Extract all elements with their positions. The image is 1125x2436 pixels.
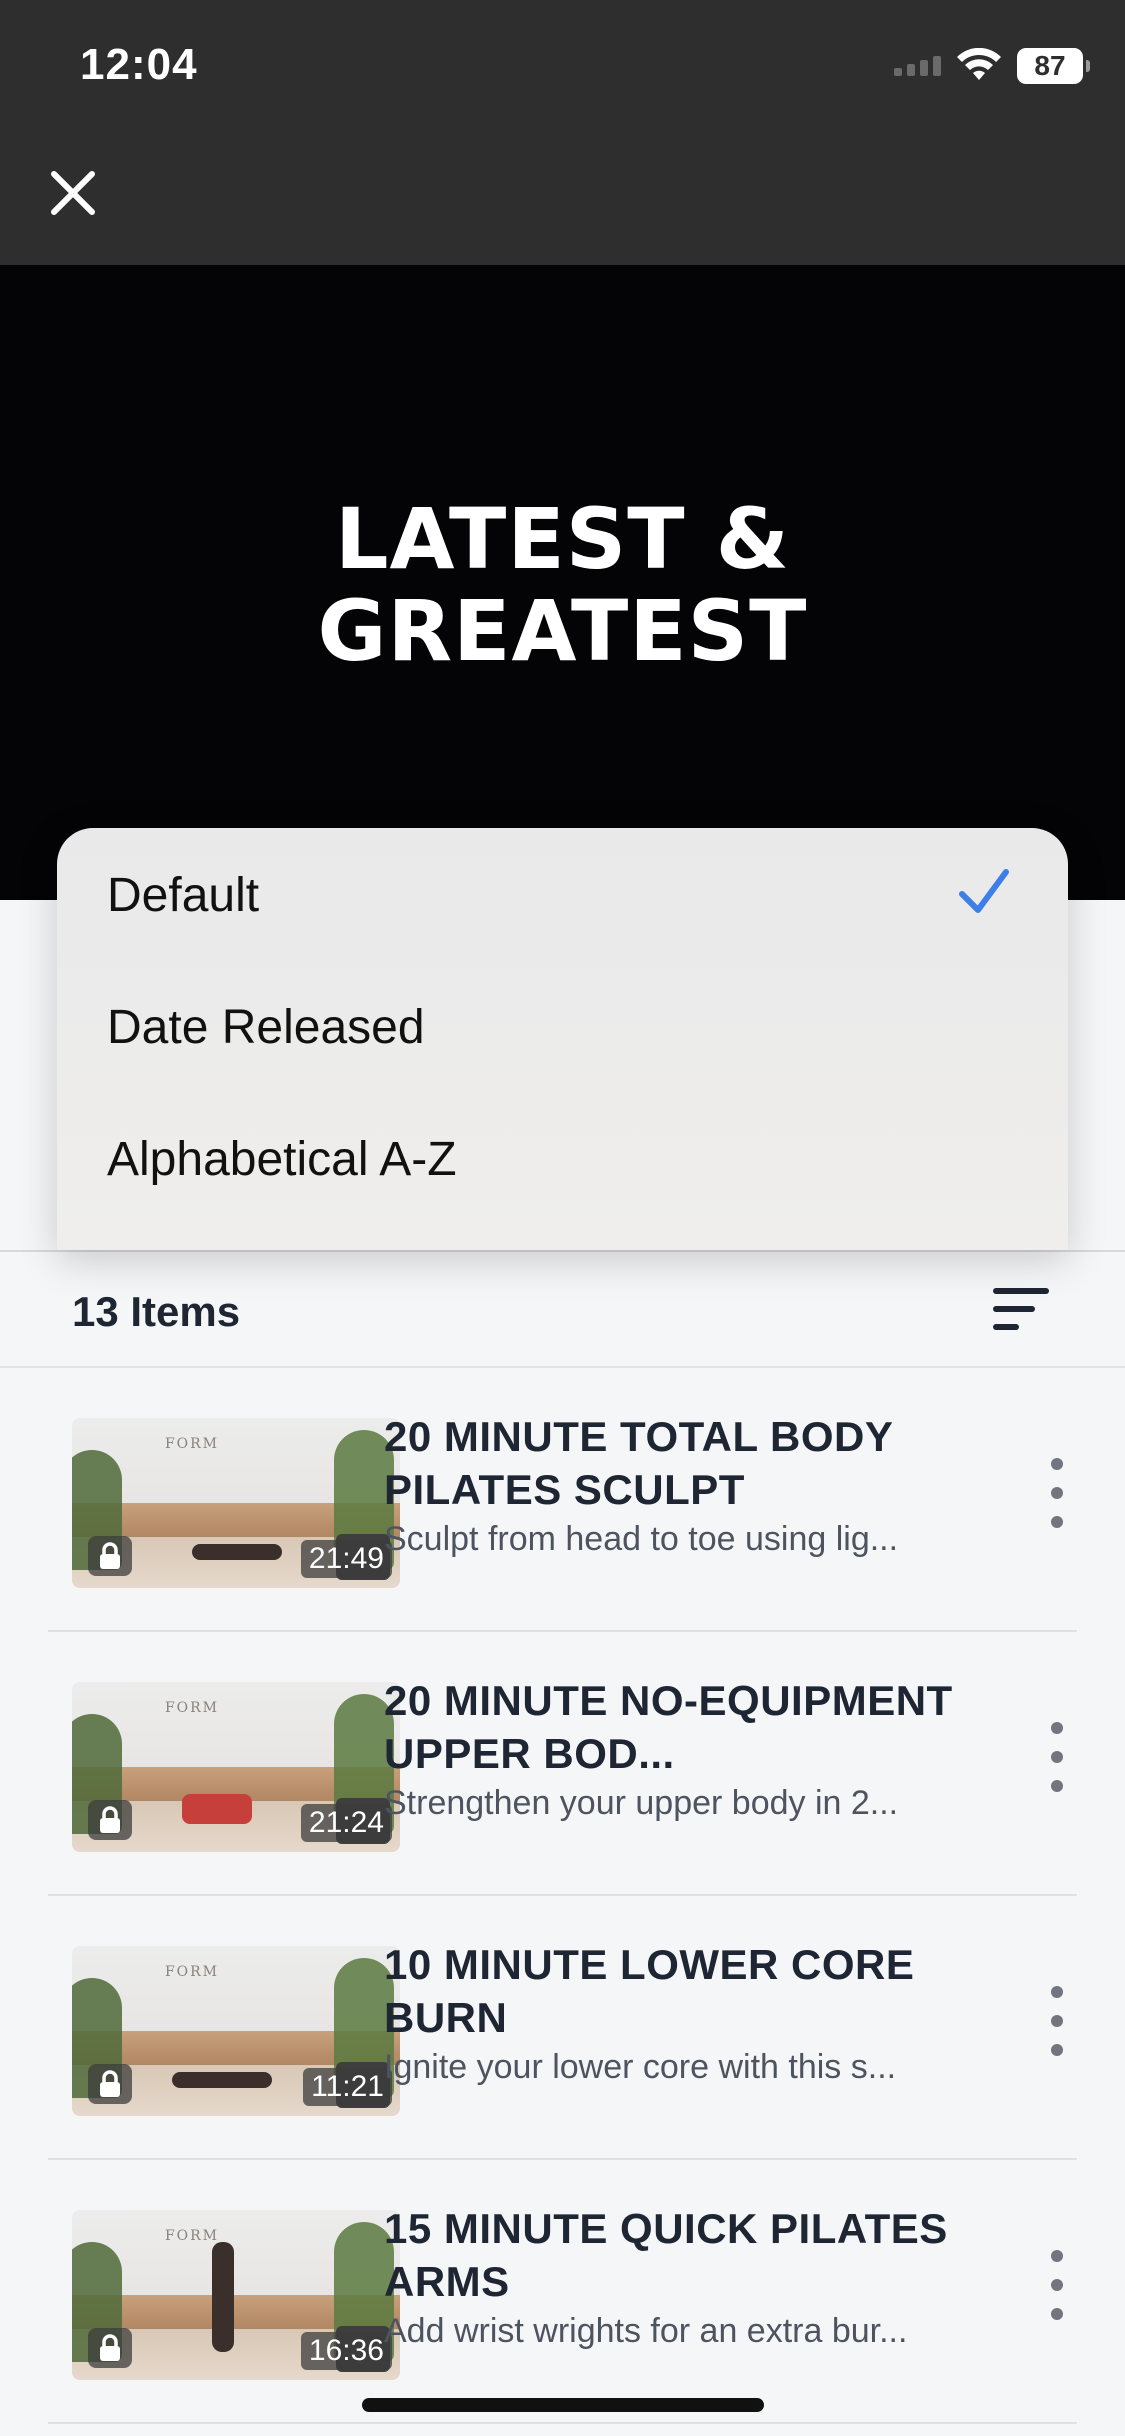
nav-bar bbox=[0, 130, 1125, 265]
items-count: 13 Items bbox=[72, 1288, 241, 1335]
close-button[interactable] bbox=[40, 160, 106, 226]
workout-figure bbox=[172, 2072, 272, 2088]
sort-option-label: Alphabetical A-Z bbox=[107, 1133, 457, 1186]
workout-description: Sculpt from head to toe using lig... bbox=[384, 1520, 899, 1558]
more-options-button[interactable] bbox=[1037, 1986, 1077, 2056]
sort-option-alphabetical[interactable]: Alphabetical A-Z bbox=[57, 1092, 1068, 1224]
more-options-button[interactable] bbox=[1037, 1458, 1077, 1528]
lock-icon bbox=[88, 1536, 132, 1576]
lock-icon bbox=[88, 2328, 132, 2368]
sort-option-label: Date Released bbox=[107, 1001, 425, 1054]
more-vertical-icon bbox=[1051, 1722, 1063, 1734]
hero-title: LATEST & GREATEST bbox=[317, 490, 808, 680]
status-time: 12:04 bbox=[80, 40, 198, 89]
workout-thumbnail: FORM 21:49 bbox=[72, 1418, 400, 1588]
wifi-icon bbox=[957, 48, 1001, 80]
thumbnail-brand: FORM bbox=[164, 2228, 220, 2244]
workout-figure bbox=[182, 1794, 252, 1824]
sort-icon bbox=[993, 1288, 1049, 1294]
workout-row[interactable]: FORM 21:49 20 MINUTE TOTAL BODY PILATES … bbox=[48, 1368, 1077, 1632]
workout-title: 15 MINUTE QUICK PILATES ARMS bbox=[384, 2205, 948, 2305]
lock-icon bbox=[88, 1800, 132, 1840]
list-toolbar: 13 Items bbox=[0, 1250, 1125, 1368]
more-vertical-icon bbox=[1051, 1986, 1063, 1998]
workout-thumbnail: FORM 11:21 bbox=[72, 1946, 400, 2116]
sort-option-label: Default bbox=[107, 869, 260, 922]
more-vertical-icon bbox=[1051, 1458, 1063, 1470]
home-indicator[interactable] bbox=[362, 2398, 764, 2412]
workout-row[interactable]: FORM 11:21 10 MINUTE LOWER CORE BURN Ign… bbox=[48, 1896, 1077, 2160]
workout-row[interactable]: FORM 16:36 15 MINUTE QUICK PILATES ARMS … bbox=[48, 2160, 1077, 2424]
duration-badge: 11:21 bbox=[303, 2068, 392, 2106]
battery-icon: 87 bbox=[1017, 48, 1090, 84]
workout-thumbnail: FORM 21:24 bbox=[72, 1682, 400, 1852]
thumbnail-brand: FORM bbox=[164, 1700, 220, 1716]
status-indicators: 87 bbox=[894, 48, 1090, 84]
duration-badge: 21:24 bbox=[300, 1804, 392, 1842]
workout-title: 20 MINUTE TOTAL BODY PILATES SCULPT bbox=[384, 1413, 893, 1513]
duration-badge: 21:49 bbox=[300, 1540, 392, 1578]
hero-banner: LATEST & GREATEST bbox=[0, 265, 1125, 900]
more-options-button[interactable] bbox=[1037, 2250, 1077, 2320]
thumbnail-brand: FORM bbox=[164, 1964, 220, 1980]
status-bar: 12:04 87 bbox=[0, 0, 1125, 130]
sort-option-default[interactable]: Default bbox=[57, 828, 1068, 960]
more-vertical-icon bbox=[1051, 2250, 1063, 2262]
workout-row[interactable]: FORM 21:24 20 MINUTE NO-EQUIPMENT UPPER … bbox=[48, 1632, 1077, 1896]
sort-option-date-released[interactable]: Date Released bbox=[57, 960, 1068, 1092]
workout-figure bbox=[192, 1544, 282, 1560]
lock-icon bbox=[88, 2064, 132, 2104]
workout-description: Add wrist wrights for an extra bur... bbox=[384, 2312, 908, 2350]
workout-title: 10 MINUTE LOWER CORE BURN bbox=[384, 1941, 915, 2041]
thumbnail-brand: FORM bbox=[164, 1436, 220, 1452]
cellular-signal-icon bbox=[894, 56, 941, 76]
more-options-button[interactable] bbox=[1037, 1722, 1077, 1792]
sort-dropdown-menu: Default Date Released Alphabetical A-Z bbox=[57, 828, 1068, 1250]
checkmark-icon bbox=[959, 869, 1009, 913]
workout-description: Ignite your lower core with this s... bbox=[384, 2048, 897, 2086]
workout-description: Strengthen your upper body in 2... bbox=[384, 1784, 899, 1822]
duration-badge: 16:36 bbox=[300, 2332, 392, 2370]
workout-figure bbox=[212, 2242, 234, 2352]
close-icon bbox=[51, 171, 95, 215]
workout-thumbnail: FORM 16:36 bbox=[72, 2210, 400, 2380]
workout-title: 20 MINUTE NO-EQUIPMENT UPPER BOD... bbox=[384, 1677, 953, 1777]
sort-button[interactable] bbox=[993, 1288, 1053, 1332]
